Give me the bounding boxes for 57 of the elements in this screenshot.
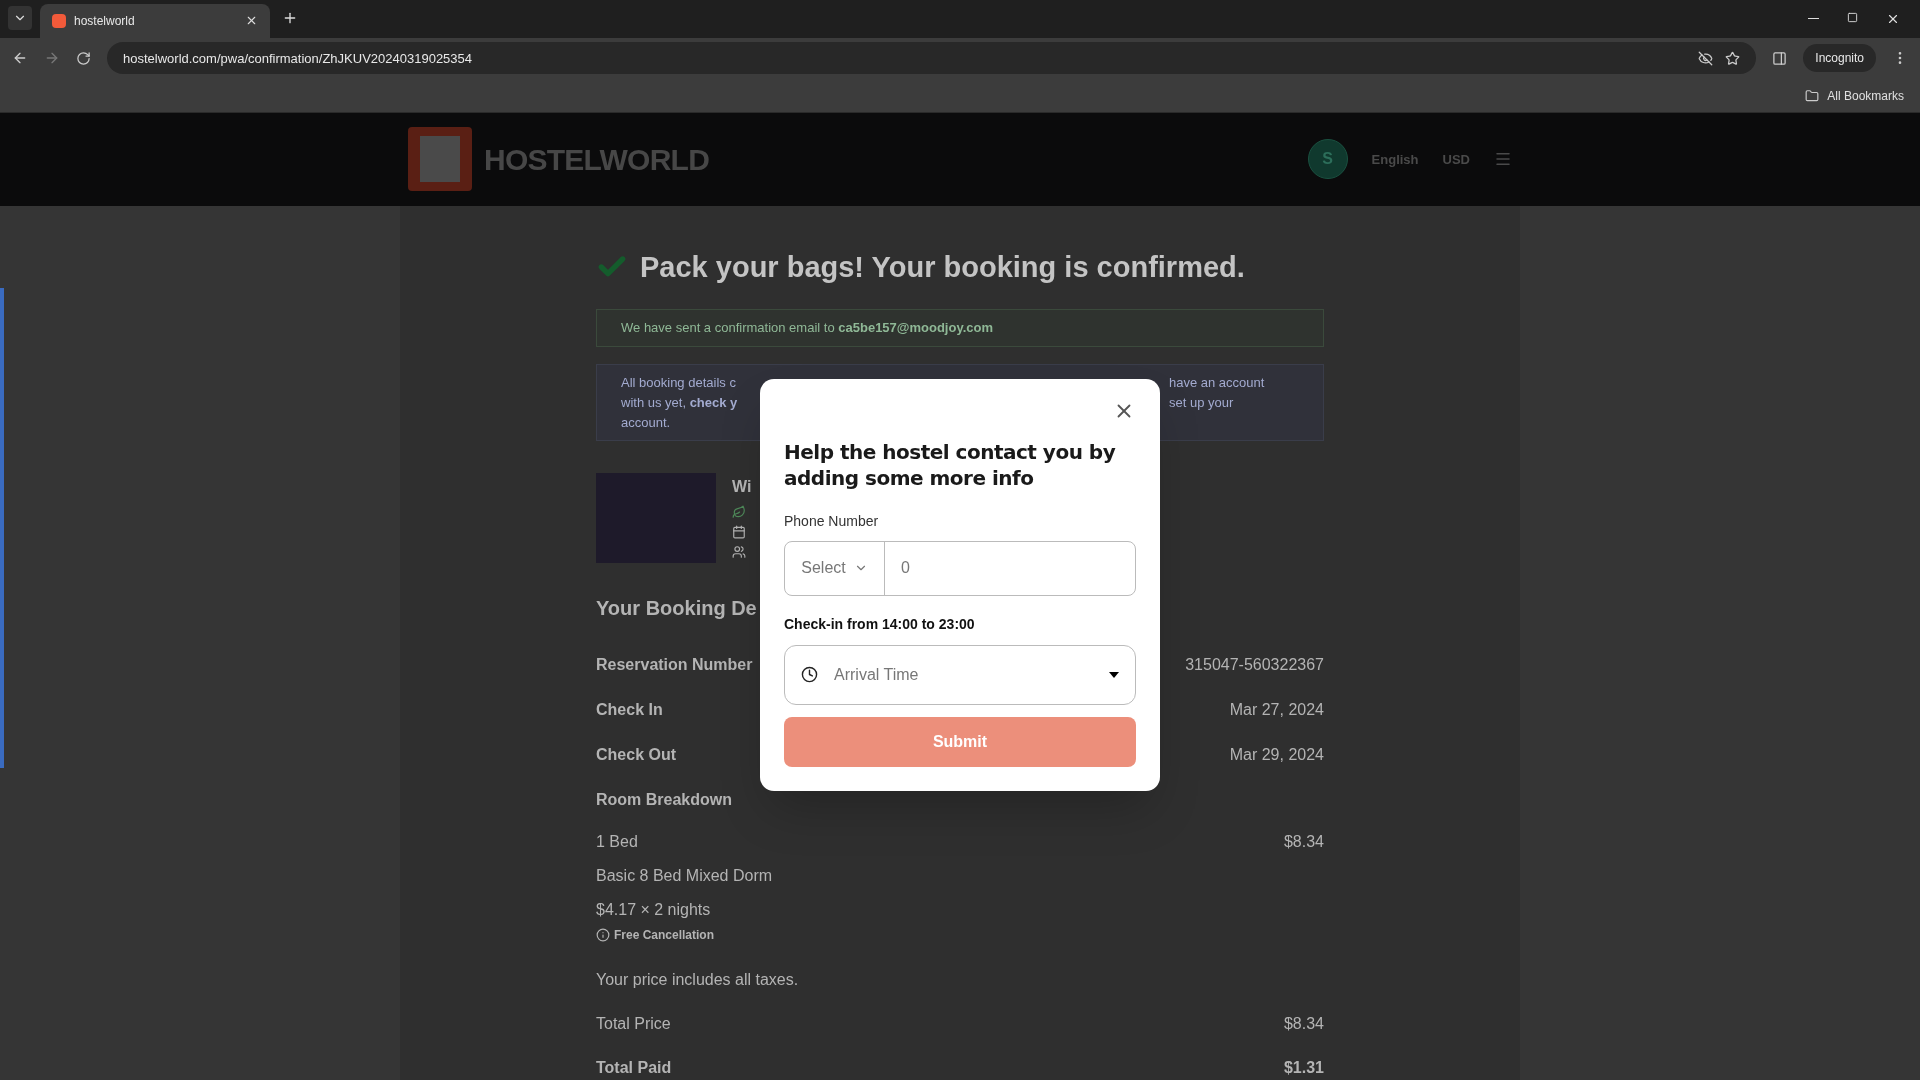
- confirmation-heading: Pack your bags! Your booking is confirmed.: [640, 249, 1245, 285]
- detail-value: Mar 27, 2024: [1229, 700, 1324, 720]
- clock-icon: [801, 666, 818, 683]
- dropdown-caret-icon: [1109, 671, 1119, 678]
- email-notice: We have sent a confirmation email to ca5be157@moodjoy.com: [596, 309, 1324, 347]
- address-field[interactable]: hostelworld.com/pwa/confirmation/ZhJKUV20240319025354: [107, 42, 1757, 75]
- maximize-icon: [1847, 11, 1858, 23]
- arrival-time-select[interactable]: Arrival Time: [784, 644, 1136, 705]
- phone-field[interactable]: Select 0: [784, 540, 1136, 596]
- notice-text: with us yet, check y: [621, 394, 738, 412]
- incognito-badge[interactable]: Incognito: [1803, 44, 1876, 73]
- room-line: $4.17 × 2 nights: [596, 900, 712, 920]
- side-panel-icon: [1772, 50, 1788, 66]
- checkin-label: Check-in from 14:00 to 23:00: [784, 614, 976, 634]
- favicon-icon: [52, 13, 66, 28]
- browser-tab[interactable]: hostelworld: [40, 3, 270, 38]
- reload-icon: [76, 50, 91, 66]
- detail-value: Mar 29, 2024: [1229, 745, 1324, 765]
- total-label: Total Price: [596, 1014, 671, 1034]
- taxes-note: Your price includes all taxes.: [596, 970, 800, 990]
- brand-name: HOSTELWORLD: [484, 141, 710, 178]
- arrival-placeholder: Arrival Time: [834, 664, 920, 685]
- room-line: Basic 8 Bed Mixed Dorm: [596, 866, 773, 886]
- leaf-icon: [732, 505, 746, 519]
- bookmarks-label[interactable]: All Bookmarks: [1827, 86, 1904, 105]
- phone-label: Phone Number: [784, 511, 880, 531]
- room-breakdown-heading: Room Breakdown: [596, 790, 733, 810]
- hostel-name: Wi: [732, 477, 752, 497]
- notice-text: All booking details c: [621, 374, 737, 392]
- room-price: $8.34: [1283, 832, 1324, 852]
- total-value: $8.34: [1283, 1014, 1324, 1034]
- folder-icon: [1805, 88, 1820, 103]
- bookmark-star-icon: [1725, 50, 1741, 66]
- details-heading: Your Booking De: [596, 596, 758, 621]
- info-icon: [596, 928, 610, 942]
- eye-off-icon: [1698, 50, 1714, 66]
- country-code-select[interactable]: Select: [785, 541, 885, 595]
- notice-text: account.: [621, 414, 672, 432]
- guests-icon: [732, 545, 746, 559]
- tab-title: hostelworld: [74, 12, 136, 30]
- url-text: hostelworld.com/pwa/confirmation/ZhJKUV20240319025354: [123, 49, 474, 68]
- total-value: $1.31: [1283, 1058, 1324, 1078]
- detail-label: Check Out: [596, 745, 676, 765]
- calendar-icon: [732, 525, 746, 539]
- notice-text: have an account: [1169, 374, 1266, 392]
- notice-text: set up your: [1169, 394, 1235, 412]
- detail-label: Reservation Number: [596, 655, 753, 675]
- dialog-title: Help the hostel contact you by adding some more info: [784, 438, 1117, 491]
- logo-icon: [408, 127, 472, 192]
- detail-label: Check In: [596, 700, 663, 720]
- tab-list-button[interactable]: [8, 5, 32, 30]
- minimize-icon[interactable]: [1808, 18, 1819, 20]
- phone-input[interactable]: 0: [885, 541, 1135, 595]
- room-line: 1 Bed: [596, 832, 639, 852]
- free-cancellation: Free Cancellation: [614, 927, 715, 944]
- detail-value: 315047-560322367: [1185, 655, 1324, 675]
- total-label: Total Paid: [596, 1058, 672, 1078]
